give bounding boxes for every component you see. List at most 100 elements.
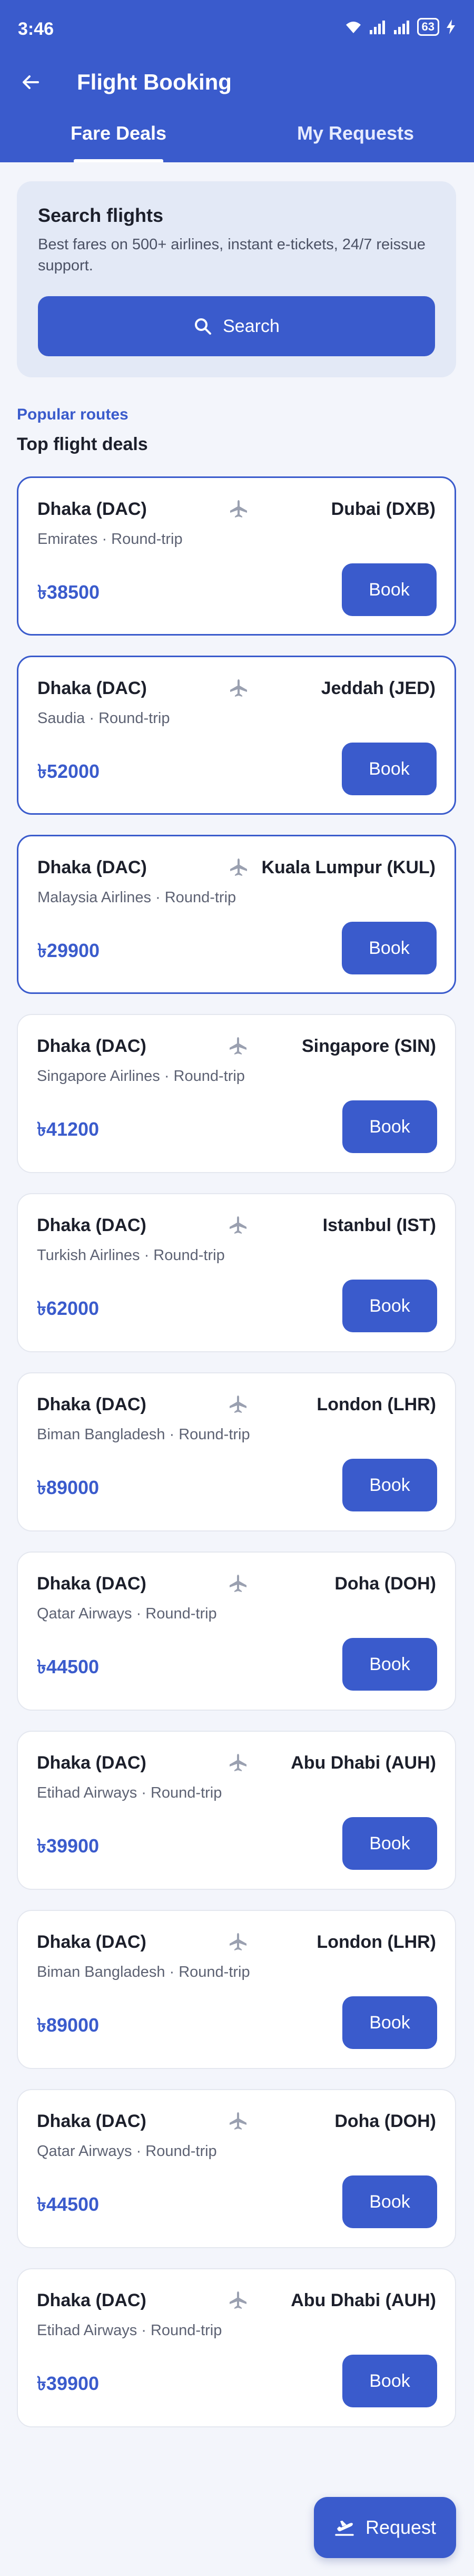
deal-card[interactable]: Dhaka (DAC) Doha (DOH) Qatar Airways · Rou…: [17, 2089, 456, 2248]
tab-active-indicator: [74, 159, 163, 162]
deal-price: ৳38500: [37, 581, 100, 603]
deal-destination: Jeddah (JED): [321, 678, 436, 698]
tab-fare-deals-label: Fare Deals: [70, 122, 167, 144]
signal-icon-2: [393, 21, 409, 34]
deal-origin: Dhaka (DAC): [37, 2111, 146, 2131]
airplane-icon: [228, 1214, 249, 1235]
deal-origin: Dhaka (DAC): [37, 499, 147, 519]
request-fab[interactable]: Request: [314, 2497, 456, 2558]
deal-airline: Biman Bangladesh · Round-trip: [37, 1964, 250, 1980]
deal-price: ৳44500: [37, 1656, 100, 1677]
airplane-icon: [228, 677, 249, 698]
deal-airline: Singapore Airlines · Round-trip: [37, 1068, 245, 1085]
tab-bar: Fare Deals My Requests: [0, 119, 474, 162]
book-button-label: Book: [369, 1116, 410, 1137]
search-card: Search flights Best fares on 500+ airlin…: [17, 181, 456, 377]
section-label: Popular routes: [17, 406, 129, 423]
deal-card[interactable]: Dhaka (DAC) Jeddah (JED) Saudia · Round-tr…: [17, 656, 456, 815]
tab-my-requests[interactable]: My Requests: [237, 119, 474, 162]
deal-price: ৳29900: [37, 940, 100, 961]
deal-card[interactable]: Dhaka (DAC) Kuala Lumpur (KUL) Malaysia Ai…: [17, 835, 456, 994]
search-icon: [195, 318, 212, 335]
deal-price: ৳89000: [37, 2014, 100, 2036]
charging-icon: [447, 19, 455, 34]
deal-card[interactable]: Dhaka (DAC) London (LHR) Biman Bangladesh …: [17, 1372, 456, 1531]
deal-destination: Doha (DOH): [334, 1574, 436, 1594]
deal-card[interactable]: Dhaka (DAC) London (LHR) Biman Bangladesh …: [17, 1910, 456, 2069]
wifi-icon: [345, 22, 361, 33]
deal-airline: Turkish Airlines · Round-trip: [37, 1247, 225, 1264]
airplane-icon: [228, 1035, 249, 1056]
airplane-icon: [228, 856, 249, 877]
battery-icon: 63: [417, 18, 439, 36]
deal-origin: Dhaka (DAC): [37, 1753, 146, 1773]
flight-takeoff-icon: [335, 2521, 354, 2536]
back-button[interactable]: [16, 67, 45, 97]
deal-price: ৳39900: [37, 2373, 100, 2394]
tab-fare-deals[interactable]: Fare Deals: [0, 119, 237, 162]
search-card-title: Search flights: [38, 204, 164, 226]
section-title: Top flight deals: [17, 434, 148, 454]
status-time: 3:46: [18, 19, 54, 39]
book-button-label: Book: [369, 579, 410, 600]
status-bar: 3:46 63: [0, 0, 474, 58]
deal-origin: Dhaka (DAC): [37, 2290, 146, 2310]
book-button[interactable]: Book: [342, 2175, 437, 2228]
book-button[interactable]: Book: [342, 1280, 437, 1332]
airplane-icon: [228, 1752, 249, 1773]
airplane-icon: [228, 2289, 249, 2310]
book-button[interactable]: Book: [342, 563, 437, 616]
deal-airline: Qatar Airways · Round-trip: [37, 2143, 217, 2160]
book-button-label: Book: [369, 1833, 410, 1853]
deal-airline: Etihad Airways · Round-trip: [37, 2322, 222, 2339]
book-button-label: Book: [369, 2012, 410, 2033]
deal-origin: Dhaka (DAC): [37, 678, 147, 698]
page-title: Flight Booking: [77, 70, 232, 94]
search-card-description: Best fares on 500+ airlines, instant e-t…: [38, 236, 426, 274]
book-button[interactable]: Book: [342, 743, 437, 795]
deal-airline: Malaysia Airlines · Round-trip: [37, 889, 236, 906]
airplane-icon: [228, 1931, 249, 1952]
deal-airline: Etihad Airways · Round-trip: [37, 1784, 222, 1801]
book-button-label: Book: [369, 1475, 410, 1495]
book-button-label: Book: [369, 1295, 410, 1316]
book-button[interactable]: Book: [342, 1638, 437, 1691]
deal-destination: Abu Dhabi (AUH): [291, 2290, 436, 2310]
status-icons: 63: [344, 18, 456, 36]
deal-card[interactable]: Dhaka (DAC) Dubai (DXB) Emirates · Round-t…: [17, 476, 456, 636]
book-button[interactable]: Book: [342, 1817, 437, 1870]
arrow-left-icon: [23, 75, 39, 89]
deal-airline: Saudia · Round-trip: [37, 710, 170, 727]
deal-price: ৳39900: [37, 1835, 100, 1857]
deal-price: ৳44500: [37, 2193, 100, 2215]
deal-destination: London (LHR): [317, 1932, 436, 1952]
deal-origin: Dhaka (DAC): [37, 1394, 146, 1414]
deal-destination: Istanbul (IST): [322, 1215, 436, 1235]
deal-card[interactable]: Dhaka (DAC) Doha (DOH) Qatar Airways · Rou…: [17, 1552, 456, 1711]
deal-origin: Dhaka (DAC): [37, 1036, 146, 1056]
book-button-label: Book: [369, 2370, 410, 2391]
deal-destination: London (LHR): [317, 1394, 436, 1414]
book-button[interactable]: Book: [342, 922, 437, 974]
book-button-label: Book: [369, 938, 410, 958]
deal-card[interactable]: Dhaka (DAC) Singapore (SIN) Singapore Airl…: [17, 1014, 456, 1173]
deal-origin: Dhaka (DAC): [37, 1215, 146, 1235]
airplane-icon: [228, 2110, 249, 2131]
deal-price: ৳62000: [37, 1297, 100, 1319]
search-button[interactable]: Search: [38, 296, 435, 356]
deal-card[interactable]: Dhaka (DAC) Abu Dhabi (AUH) Etihad Airways…: [17, 1731, 456, 1890]
book-button[interactable]: Book: [342, 1459, 437, 1511]
book-button[interactable]: Book: [342, 1996, 437, 2049]
signal-icon: [369, 21, 385, 34]
deal-card[interactable]: Dhaka (DAC) Istanbul (IST) Turkish Airline…: [17, 1193, 456, 1352]
book-button[interactable]: Book: [342, 2355, 437, 2407]
deal-origin: Dhaka (DAC): [37, 1932, 146, 1952]
deal-price: ৳41200: [37, 1118, 100, 1140]
book-button[interactable]: Book: [342, 1100, 437, 1153]
book-button-label: Book: [369, 758, 410, 779]
airplane-icon: [228, 1573, 249, 1594]
app-header: 3:46 63 Flight Booking Fare Deals My Req…: [0, 0, 474, 162]
deal-card[interactable]: Dhaka (DAC) Abu Dhabi (AUH) Etihad Airways…: [17, 2268, 456, 2427]
deals-list: Dhaka (DAC) Dubai (DXB) Emirates · Round-t…: [17, 476, 456, 2447]
deal-origin: Dhaka (DAC): [37, 857, 147, 877]
